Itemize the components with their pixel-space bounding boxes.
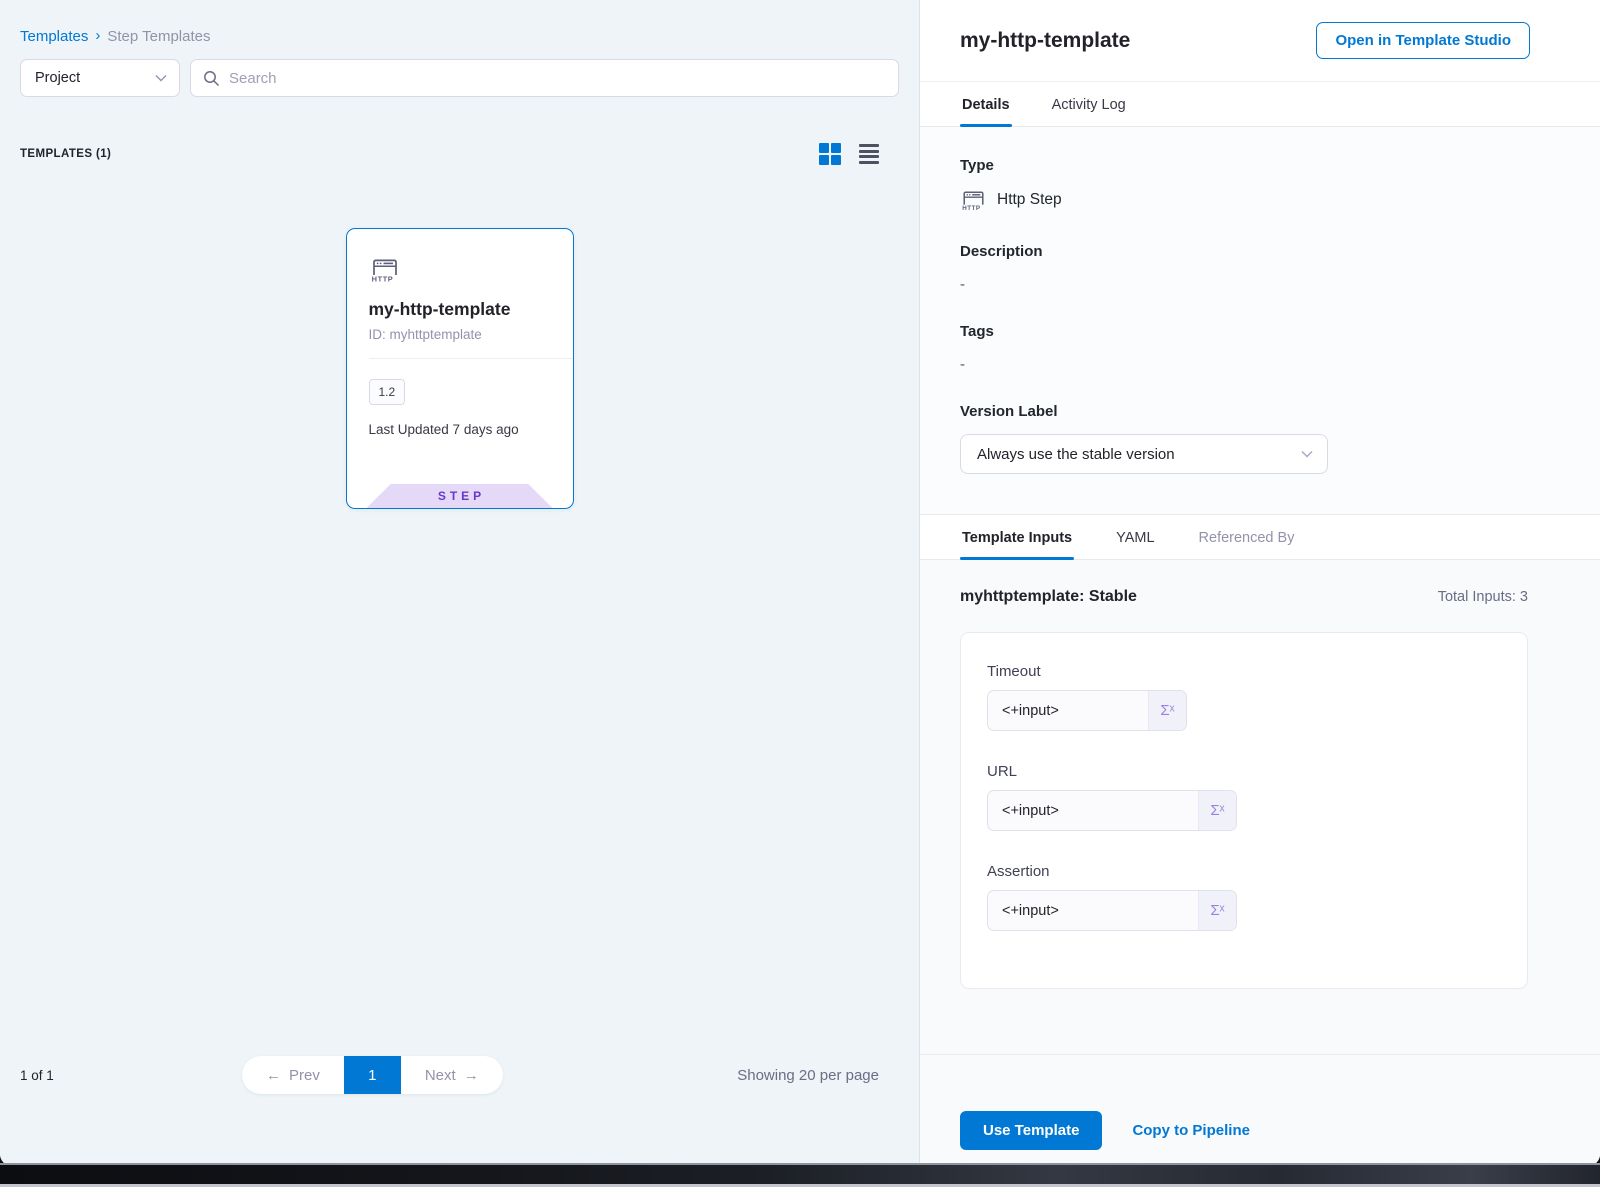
type-label: Type [960,157,1560,174]
per-page-label: Showing 20 per page [737,1067,879,1084]
panel-header: my-http-template Open in Template Studio [920,0,1600,81]
version-select-value: Always use the stable version [977,446,1175,463]
assertion-label: Assertion [987,863,1499,880]
svg-text:HTTP: HTTP [962,205,980,212]
search-input[interactable] [229,70,886,87]
type-value-row: HTTP Http Step [960,186,1560,213]
page-count-label: 1 of 1 [20,1068,242,1083]
chevron-down-icon [1301,450,1313,458]
prev-arrow-icon: ← [266,1067,281,1084]
open-in-template-studio-button[interactable]: Open in Template Studio [1316,22,1530,59]
panel-title: my-http-template [960,29,1130,53]
next-page-button[interactable]: Next → [401,1056,503,1094]
page-1-button[interactable]: 1 [344,1056,401,1094]
breadcrumb-current: Step Templates [107,28,210,45]
search-icon [203,70,220,87]
inputs-card: Timeout Σˣ URL Σˣ As [960,632,1528,989]
desktop: Templates › Step Templates Project [0,0,1600,1187]
search-box [190,59,899,97]
card-area: HTTP my-http-template ID: myhttptemplate… [0,165,919,509]
tags-value: - [960,356,1560,373]
version-label: Version Label [960,403,1560,420]
url-field-group: URL Σˣ [987,763,1499,831]
expression-sigma-icon[interactable]: Σˣ [1198,791,1236,830]
tab-referenced-by[interactable]: Referenced By [1197,515,1297,559]
templates-list-panel: Templates › Step Templates Project [0,0,920,1166]
breadcrumb-chevron-icon: › [95,27,100,44]
timeout-label: Timeout [987,663,1499,680]
scope-select[interactable]: Project [20,59,180,97]
inputs-heading: myhttptemplate: Stable [960,588,1137,606]
step-type-ribbon: STEP [367,484,553,508]
svg-text:HTTP: HTTP [371,275,393,284]
pager: ← Prev 1 Next → [242,1056,503,1094]
expression-sigma-icon[interactable]: Σˣ [1198,891,1236,930]
details-section: Type HTTP Http Step [920,127,1600,514]
url-input-box: Σˣ [987,790,1237,831]
total-inputs-label: Total Inputs: 3 [1438,589,1528,605]
timeout-input[interactable] [988,703,1148,719]
view-toggles [819,143,879,165]
tags-label: Tags [960,323,1560,340]
breadcrumb: Templates › Step Templates [0,0,919,45]
next-label: Next [425,1067,456,1084]
chevron-down-icon [155,74,167,82]
prev-page-button[interactable]: ← Prev [242,1056,344,1094]
details-tab-row: Details Activity Log [920,81,1600,127]
template-inputs-section: myhttptemplate: Stable Total Inputs: 3 T… [920,560,1600,1054]
url-input[interactable] [988,803,1198,819]
copy-to-pipeline-link[interactable]: Copy to Pipeline [1132,1122,1250,1139]
tab-template-inputs[interactable]: Template Inputs [960,515,1074,559]
panel-footer: Use Template Copy to Pipeline [920,1054,1600,1166]
last-updated-label: Last Updated 7 days ago [369,422,551,437]
inputs-head: myhttptemplate: Stable Total Inputs: 3 [960,588,1528,606]
app-window: Templates › Step Templates Project [0,0,1600,1166]
template-card[interactable]: HTTP my-http-template ID: myhttptemplate… [346,228,574,509]
assertion-input-box: Σˣ [987,890,1237,931]
inputs-tab-row: Template Inputs YAML Referenced By [920,514,1600,560]
type-value: Http Step [997,191,1062,209]
assertion-input[interactable] [988,903,1198,919]
tab-activity-log[interactable]: Activity Log [1050,82,1128,126]
breadcrumb-templates-link[interactable]: Templates [20,28,88,45]
list-header: TEMPLATES (1) [0,97,919,165]
scope-select-value: Project [35,70,80,86]
prev-label: Prev [289,1067,320,1084]
version-badge: 1.2 [369,379,406,405]
desktop-taskbar-strip [0,1163,1600,1187]
description-value: - [960,276,1560,293]
card-divider [369,358,573,359]
tab-yaml[interactable]: YAML [1114,515,1156,559]
http-step-icon: HTTP [960,186,987,213]
template-card-id: ID: myhttptemplate [369,327,551,342]
http-step-icon: HTTP [369,253,551,285]
pagination-row: 1 of 1 ← Prev 1 Next → Showing 20 per pa… [0,1056,919,1166]
assertion-field-group: Assertion Σˣ [987,863,1499,931]
tab-details[interactable]: Details [960,82,1012,126]
timeout-field-group: Timeout Σˣ [987,663,1499,731]
filter-row: Project [0,45,919,97]
expression-sigma-icon[interactable]: Σˣ [1148,691,1186,730]
template-card-title: my-http-template [369,299,551,320]
list-view-icon[interactable] [859,144,879,164]
version-select[interactable]: Always use the stable version [960,434,1328,474]
template-details-panel: my-http-template Open in Template Studio… [920,0,1600,1166]
use-template-button[interactable]: Use Template [960,1111,1102,1150]
description-label: Description [960,243,1560,260]
next-arrow-icon: → [464,1067,479,1084]
grid-view-icon[interactable] [819,143,841,165]
timeout-input-box: Σˣ [987,690,1187,731]
templates-count-label: TEMPLATES (1) [20,148,111,160]
url-label: URL [987,763,1499,780]
